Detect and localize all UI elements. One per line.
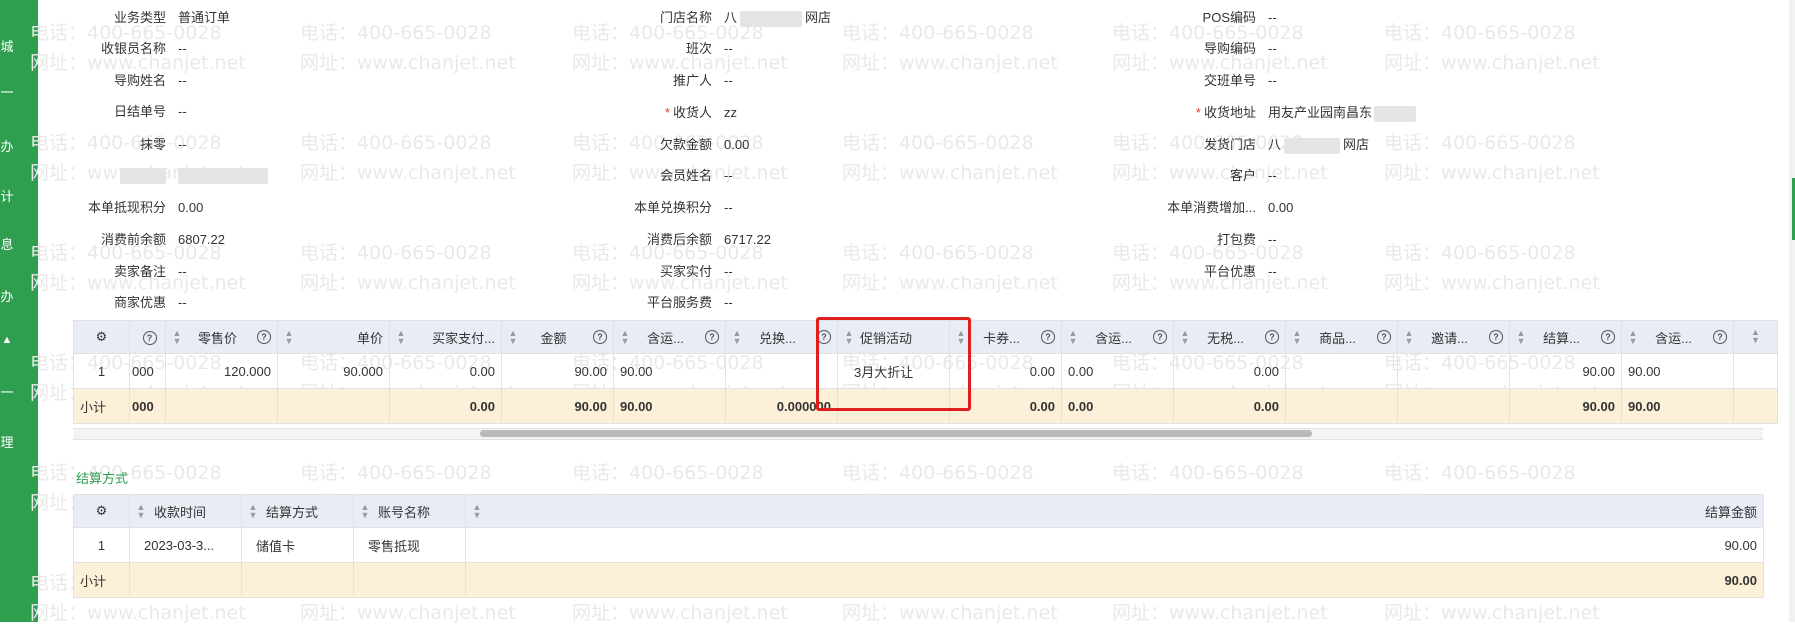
watermark-site: 网址：www.chanjet.net <box>300 602 516 624</box>
sort-arrows-icon[interactable]: ▲ ▼ <box>1751 328 1761 345</box>
promotion-highlight-box <box>816 317 971 411</box>
col-hidden-help: ? <box>129 320 166 354</box>
col-settle-method[interactable]: ▲ ▼ 结算方式 <box>241 494 354 528</box>
col-tax-free[interactable]: ▲ ▼ 无税...? <box>1173 320 1286 354</box>
collapse-up-icon[interactable]: ▲ <box>0 334 14 346</box>
col-with-shipping-3[interactable]: ▲ ▼ 含运...? <box>1621 320 1734 354</box>
col-settle-amount[interactable]: ▲ ▼ 结算金额 <box>465 494 1764 528</box>
watermark-phone: 电话：400-665-0028 <box>572 462 764 484</box>
watermark-site: 网址：www.chanjet.net <box>1112 602 1328 624</box>
col-with-shipping[interactable]: ▲ ▼ 含运...? <box>613 320 726 354</box>
field-receiver-address: * 收货地址 用友产业园南昌东 <box>0 103 1795 123</box>
table-row[interactable]: 1 2023-03-3... 储值卡 零售抵现 90.00 <box>73 527 1764 563</box>
field-platform-discount: 平台优惠 -- <box>1203 264 1277 279</box>
sort-arrows-icon[interactable]: ▲ ▼ <box>1516 329 1526 346</box>
sort-arrows-icon[interactable]: ▲ ▼ <box>620 329 630 346</box>
sort-arrows-icon[interactable]: ▲ ▼ <box>1068 329 1078 346</box>
settlement-section-title: 结算方式 <box>76 471 129 486</box>
col-receive-time[interactable]: ▲ ▼ 收款时间 <box>129 494 242 528</box>
question-circle-icon[interactable]: ? <box>1489 330 1503 344</box>
field-handover-no: 交班单号 -- <box>1203 73 1277 88</box>
sidebar-glyph[interactable]: 理 <box>0 432 14 451</box>
field-platform-fee: 平台服务费 -- <box>646 295 733 310</box>
sort-arrows-icon[interactable]: ▲ ▼ <box>1292 329 1302 346</box>
sort-arrows-icon[interactable]: ▲ ▼ <box>284 329 294 346</box>
question-circle-icon[interactable]: ? <box>705 330 719 344</box>
col-retail-price[interactable]: ▲ ▼ 零售价? <box>165 320 278 354</box>
col-amount[interactable]: ▲ ▼ 金额? <box>501 320 614 354</box>
gear-icon[interactable]: ⚙ <box>96 329 108 344</box>
question-circle-icon[interactable]: ? <box>1265 330 1279 344</box>
watermark-phone: 电话：400-665-0028 <box>842 462 1034 484</box>
sort-arrows-icon[interactable]: ▲ ▼ <box>248 503 258 520</box>
watermark-phone: 电话：400-665-0028 <box>300 462 492 484</box>
question-circle-icon[interactable]: ? <box>592 330 607 344</box>
watermark-phone: 电话：400-665-0028 <box>1384 462 1576 484</box>
settlement-table: ⚙ ▲ ▼ 收款时间 ▲ ▼ 结算方式 ▲ ▼ 账号名称 ▲ ▼ 结算金额 1 2023-03-… <box>73 494 1764 598</box>
col-settle[interactable]: ▲ ▼ 结算...? <box>1509 320 1622 354</box>
sort-arrows-icon[interactable]: ▲ ▼ <box>732 329 742 346</box>
scrollbar-thumb[interactable] <box>480 430 1312 437</box>
column-settings-button[interactable]: ⚙ <box>73 320 130 354</box>
watermark-site: 网址：www.chanjet.net <box>30 602 246 624</box>
watermark-site: 网址：www.chanjet.net <box>572 602 788 624</box>
question-circle-icon[interactable]: ? <box>1377 330 1391 344</box>
field-ship-store: 发货门店 八网店 <box>1203 137 1370 154</box>
col-unit-price[interactable]: ▲ ▼ 单价 <box>277 320 390 354</box>
sort-arrows-icon[interactable]: ▲ ▼ <box>136 503 146 520</box>
question-circle-icon[interactable]: ? <box>1713 330 1727 344</box>
gear-icon[interactable]: ⚙ <box>96 503 108 518</box>
question-circle-icon[interactable]: ? <box>1153 330 1167 344</box>
question-circle-icon[interactable]: ? <box>1041 330 1055 344</box>
col-with-shipping-2[interactable]: ▲ ▼ 含运...? <box>1061 320 1174 354</box>
field-customer: 客户 -- <box>1229 168 1277 183</box>
question-circle-icon[interactable]: ? <box>142 331 157 345</box>
col-buyer-pay[interactable]: ▲ ▼ 买家支付... <box>389 320 502 354</box>
sidebar-glyph[interactable]: 一 <box>0 382 14 401</box>
sort-arrows-icon[interactable]: ▲ ▼ <box>172 329 182 346</box>
subtotal-row: 小计 90.00 <box>73 562 1764 598</box>
sort-arrows-icon[interactable]: ▲ ▼ <box>472 503 482 520</box>
sort-arrows-icon[interactable]: ▲ ▼ <box>360 503 370 520</box>
field-consume-points: 本单消费增加... 0.00 <box>1167 200 1294 215</box>
col-overflow: ▲ ▼ <box>1733 320 1778 354</box>
question-circle-icon[interactable]: ? <box>1601 330 1615 344</box>
col-invite[interactable]: ▲ ▼ 邀请...? <box>1397 320 1510 354</box>
question-circle-icon[interactable]: ? <box>256 330 271 344</box>
sort-arrows-icon[interactable]: ▲ ▼ <box>1404 329 1414 346</box>
sort-arrows-icon[interactable]: ▲ ▼ <box>1628 329 1638 346</box>
sort-arrows-icon[interactable]: ▲ ▼ <box>508 329 518 346</box>
settlement-header-row: ⚙ ▲ ▼ 收款时间 ▲ ▼ 结算方式 ▲ ▼ 账号名称 ▲ ▼ 结算金额 <box>73 494 1764 528</box>
sort-arrows-icon[interactable]: ▲ ▼ <box>1180 329 1190 346</box>
column-settings-button[interactable]: ⚙ <box>73 494 130 528</box>
watermark-phone: 电话：400-665-0028 <box>1112 462 1304 484</box>
col-account-name[interactable]: ▲ ▼ 账号名称 <box>353 494 466 528</box>
field-pos-code: POS编码 -- <box>1202 10 1277 25</box>
field-packing-fee: 打包费 -- <box>1216 232 1277 247</box>
col-goods[interactable]: ▲ ▼ 商品...? <box>1285 320 1398 354</box>
watermark-site: 网址：www.chanjet.net <box>1384 602 1600 624</box>
sort-arrows-icon[interactable]: ▲ ▼ <box>396 329 406 346</box>
watermark-site: 网址：www.chanjet.net <box>842 602 1058 624</box>
field-guide-code: 导购编码 -- <box>1203 41 1277 56</box>
